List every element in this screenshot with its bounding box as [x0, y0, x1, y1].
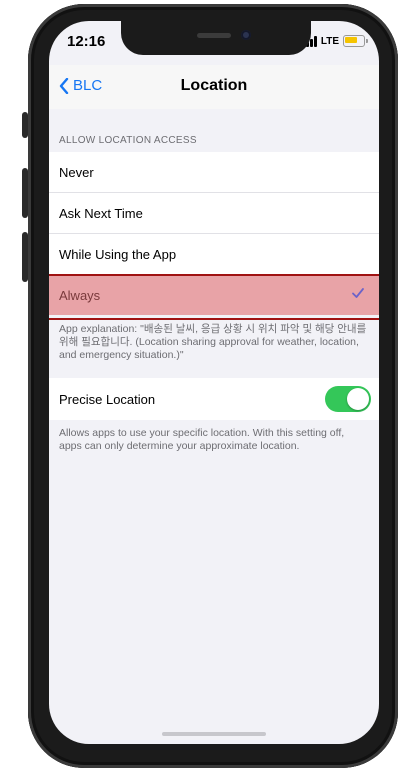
option-always[interactable]: Always: [49, 274, 379, 320]
speaker-grille: [197, 33, 231, 38]
option-label: Never: [59, 165, 94, 180]
screen: 12:16 LTE BLC Location ALLOW LOCATION AC…: [49, 21, 379, 744]
navigation-bar: BLC Location: [49, 65, 379, 109]
option-label: While Using the App: [59, 247, 177, 262]
option-ask-next-time[interactable]: Ask Next Time: [49, 193, 379, 234]
precise-location-row: Precise Location: [49, 378, 379, 420]
app-explanation: App explanation: "배송된 날씨, 응급 상황 시 위치 파악 …: [59, 323, 367, 361]
page-title: Location: [180, 77, 248, 94]
option-never[interactable]: Never: [49, 152, 379, 193]
status-indicators: LTE: [301, 35, 368, 47]
location-access-options: Never Ask Next Time While Using the App …: [49, 152, 379, 320]
option-label: Ask Next Time: [59, 206, 143, 221]
precise-location-toggle[interactable]: [325, 386, 371, 412]
network-label: LTE: [320, 35, 339, 47]
battery-icon: [343, 35, 368, 47]
selection-highlight: [49, 274, 379, 320]
option-while-using[interactable]: While Using the App: [49, 234, 379, 275]
home-indicator: [162, 732, 266, 736]
front-camera: [241, 30, 251, 40]
section-header-location-access: ALLOW LOCATION ACCESS: [59, 135, 197, 146]
status-time: 12:16: [67, 33, 106, 50]
precise-location-label: Precise Location: [59, 392, 156, 407]
precise-location-group: Precise Location: [49, 378, 379, 420]
toggle-knob: [347, 388, 369, 410]
notch: [121, 21, 311, 55]
precise-location-description: Allows apps to use your specific locatio…: [59, 427, 345, 452]
